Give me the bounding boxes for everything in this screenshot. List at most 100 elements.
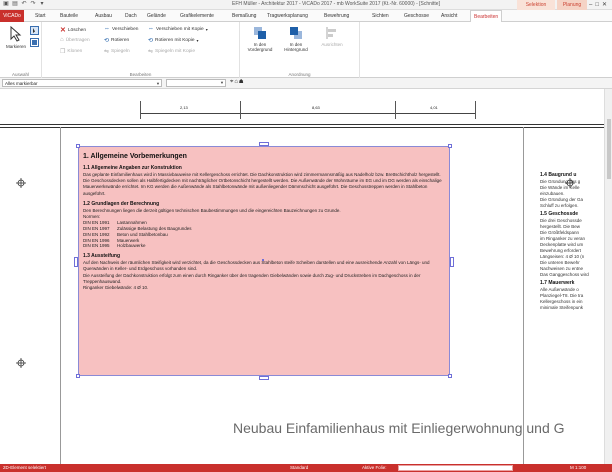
- tab-vicado[interactable]: ViCADo: [0, 10, 24, 22]
- selection-filter-dropdown[interactable]: Alles markierbar ▼: [2, 79, 162, 87]
- maximize-icon[interactable]: □: [595, 2, 602, 8]
- resize-handle-left[interactable]: [74, 257, 78, 267]
- uebertragen-button[interactable]: ⌂ Übertragen: [60, 37, 90, 43]
- cursor-icon: [10, 26, 22, 42]
- group-anordnung: In den Vordergrund In den Hintergrund Au…: [240, 22, 360, 78]
- bring-to-front-icon: [254, 27, 266, 39]
- rotieren-kopie-button[interactable]: ⟲ Rotieren mit Kopie ▾: [148, 37, 199, 44]
- status-scale[interactable]: M 1:100: [570, 464, 586, 472]
- group-label-bearbeiten: Bearbeiten: [129, 72, 152, 77]
- resize-handle-top-right[interactable]: [448, 144, 452, 148]
- text-konstruktion: Das geplante Einfamilienhaus wird in Mas…: [83, 172, 442, 196]
- text-aussteifung-1: Auf den Nachweis der räumlichen Steifigk…: [83, 260, 430, 272]
- adjacent-text-element[interactable]: 1.4 Baugrund u Die Gründung des g Die Wänd…: [540, 169, 604, 311]
- send-to-back-icon: [290, 27, 302, 39]
- text-aussteifung-2: Die Aussteifung der Dachkonstruktion erf…: [83, 272, 421, 284]
- ribbon-tabs: ViCADo Start Bauteile Ausbau Dach Geländ…: [0, 10, 612, 23]
- move-icon: ⇔: [104, 26, 110, 32]
- right-column-line: Das Ganggeschoss wird: [540, 271, 589, 277]
- chevron-down-icon: ▾: [205, 26, 208, 32]
- spiegeln-kopie-button[interactable]: ⇋ Spiegeln mit Kopie: [148, 48, 195, 55]
- align-icon: [326, 27, 336, 39]
- frame-line-right: [523, 127, 524, 464]
- vertical-scrollbar[interactable]: [604, 89, 612, 464]
- mirror-copy-icon: ⇋: [148, 49, 154, 55]
- frame-line-top: [0, 124, 604, 125]
- right-column-line: Schluff zu erfolgen.: [540, 202, 579, 208]
- tab-ansicht[interactable]: Ansicht: [441, 10, 457, 22]
- heading-aussteifung: 1.3 Aussteifung: [83, 253, 121, 260]
- clone-icon: ❐: [60, 49, 66, 55]
- status-bar: 2D-Element selektiert Standard Aktive Fo…: [0, 464, 612, 472]
- tab-sichten[interactable]: Sichten: [372, 10, 389, 22]
- layer-icon[interactable]: ☗: [239, 79, 244, 85]
- selection-filter-bar: Alles markierbar ▼ ▼ ⌖⌂☗: [0, 78, 612, 89]
- spiegeln-button[interactable]: ⇋ Spiegeln: [104, 48, 130, 55]
- delete-x-icon: ✕: [60, 27, 66, 34]
- dimension-tick: [140, 101, 141, 119]
- text-aussteifung-3: Ringanker Giebelwände: 4 Ø 10.: [83, 285, 149, 291]
- drawing-title-text[interactable]: Neubau Einfamilienhaus mit Einliegerwohn…: [233, 420, 565, 436]
- center-handle[interactable]: [262, 259, 264, 261]
- crosshair-marker: [16, 358, 26, 368]
- markieren-button[interactable]: Markieren: [4, 26, 28, 49]
- filter-icons: ⌖⌂☗: [230, 79, 244, 86]
- scrollbar-thumb[interactable]: [607, 119, 611, 179]
- drawing-canvas[interactable]: 2,13 8,63 4,01 1. Allgemeine Vorbemerkun…: [0, 89, 604, 464]
- dimension-tick: [395, 101, 396, 119]
- tab-bemassung[interactable]: Bemaßung: [232, 10, 256, 22]
- heading-berechnung: 1.2 Grundlagen der Berechnung: [83, 200, 160, 207]
- tab-gelaende[interactable]: Gelände: [147, 10, 166, 22]
- group-label-auswahl: Auswahl: [11, 72, 29, 77]
- dimension-line: [140, 113, 475, 114]
- active-layer-dropdown[interactable]: [398, 465, 513, 471]
- frame-line-top-inner: [0, 127, 604, 128]
- resize-handle-bottom[interactable]: [259, 376, 269, 380]
- select-all-icon[interactable]: [30, 38, 39, 49]
- status-standard[interactable]: Standard: [290, 464, 308, 472]
- klonen-button[interactable]: ❐ Klonen: [60, 48, 82, 55]
- close-icon[interactable]: ✕: [602, 2, 610, 8]
- ribbon: Markieren Auswahl ✕ Löschen ⇔ Verschiebe…: [0, 22, 612, 78]
- window-controls[interactable]: –□✕: [589, 0, 610, 10]
- mirror-icon: ⇋: [104, 49, 110, 55]
- verschieben-button[interactable]: ⇔ Verschieben: [104, 26, 138, 32]
- norm-name: Holzbauwerke: [117, 243, 146, 249]
- select-window-icon[interactable]: [30, 26, 39, 37]
- tab-start[interactable]: Start: [35, 10, 46, 22]
- rotieren-button[interactable]: ⟲ Rotieren: [104, 37, 129, 44]
- tab-grafikelemente[interactable]: Grafikelemente: [180, 10, 214, 22]
- resize-handle-top[interactable]: [259, 142, 269, 146]
- tab-bauteile[interactable]: Bauteile: [60, 10, 78, 22]
- tab-bewehrung[interactable]: Bewehrung: [324, 10, 349, 22]
- vordergrund-button[interactable]: In den Vordergrund: [244, 26, 276, 52]
- verschieben-kopie-button[interactable]: ⇔ Verschieben mit Kopie ▾: [148, 26, 208, 32]
- context-tab-selektion[interactable]: Selektion: [517, 0, 555, 10]
- context-tab-planung[interactable]: Planung: [557, 0, 587, 10]
- rotate-copy-icon: ⟲: [148, 38, 154, 44]
- norm-code: DIN EN 1995: [83, 243, 110, 249]
- tab-tragwerksplanung[interactable]: Tragwerksplanung: [267, 10, 308, 22]
- layer-filter-dropdown[interactable]: ▼: [166, 79, 226, 87]
- hintergrund-button[interactable]: In den Hintergrund: [280, 26, 312, 52]
- chevron-down-icon: ▼: [220, 80, 224, 85]
- chevron-down-icon: ▼: [156, 81, 160, 86]
- dimension-value: 2,13: [180, 105, 188, 110]
- selected-text-element[interactable]: 1. Allgemeine Vorbemerkungen 1.1 Allgeme…: [78, 146, 450, 376]
- tab-geschosse[interactable]: Geschosse: [404, 10, 429, 22]
- rotate-icon: ⟲: [104, 38, 110, 44]
- resize-handle-bottom-right[interactable]: [448, 374, 452, 378]
- loeschen-button[interactable]: ✕ Löschen: [60, 26, 86, 34]
- norm-row: DIN EN 1995 Holzbauwerke: [83, 243, 445, 249]
- group-bearbeiten: ✕ Löschen ⇔ Verschieben ⇔ Verschieben mi…: [42, 22, 240, 78]
- ausrichten-button[interactable]: Ausrichten: [316, 26, 348, 47]
- resize-handle-bottom-left[interactable]: [76, 374, 80, 378]
- move-copy-icon: ⇔: [148, 26, 154, 32]
- resize-handle-top-left[interactable]: [76, 144, 80, 148]
- dimension-value: 8,63: [312, 105, 320, 110]
- heading-konstruktion: 1.1 Allgemeine Angaben zur Konstruktion: [83, 165, 182, 171]
- group-label-anordnung: Anordnung: [288, 72, 311, 77]
- resize-handle-right[interactable]: [450, 257, 454, 267]
- tab-ausbau[interactable]: Ausbau: [95, 10, 112, 22]
- tab-dach[interactable]: Dach: [125, 10, 137, 22]
